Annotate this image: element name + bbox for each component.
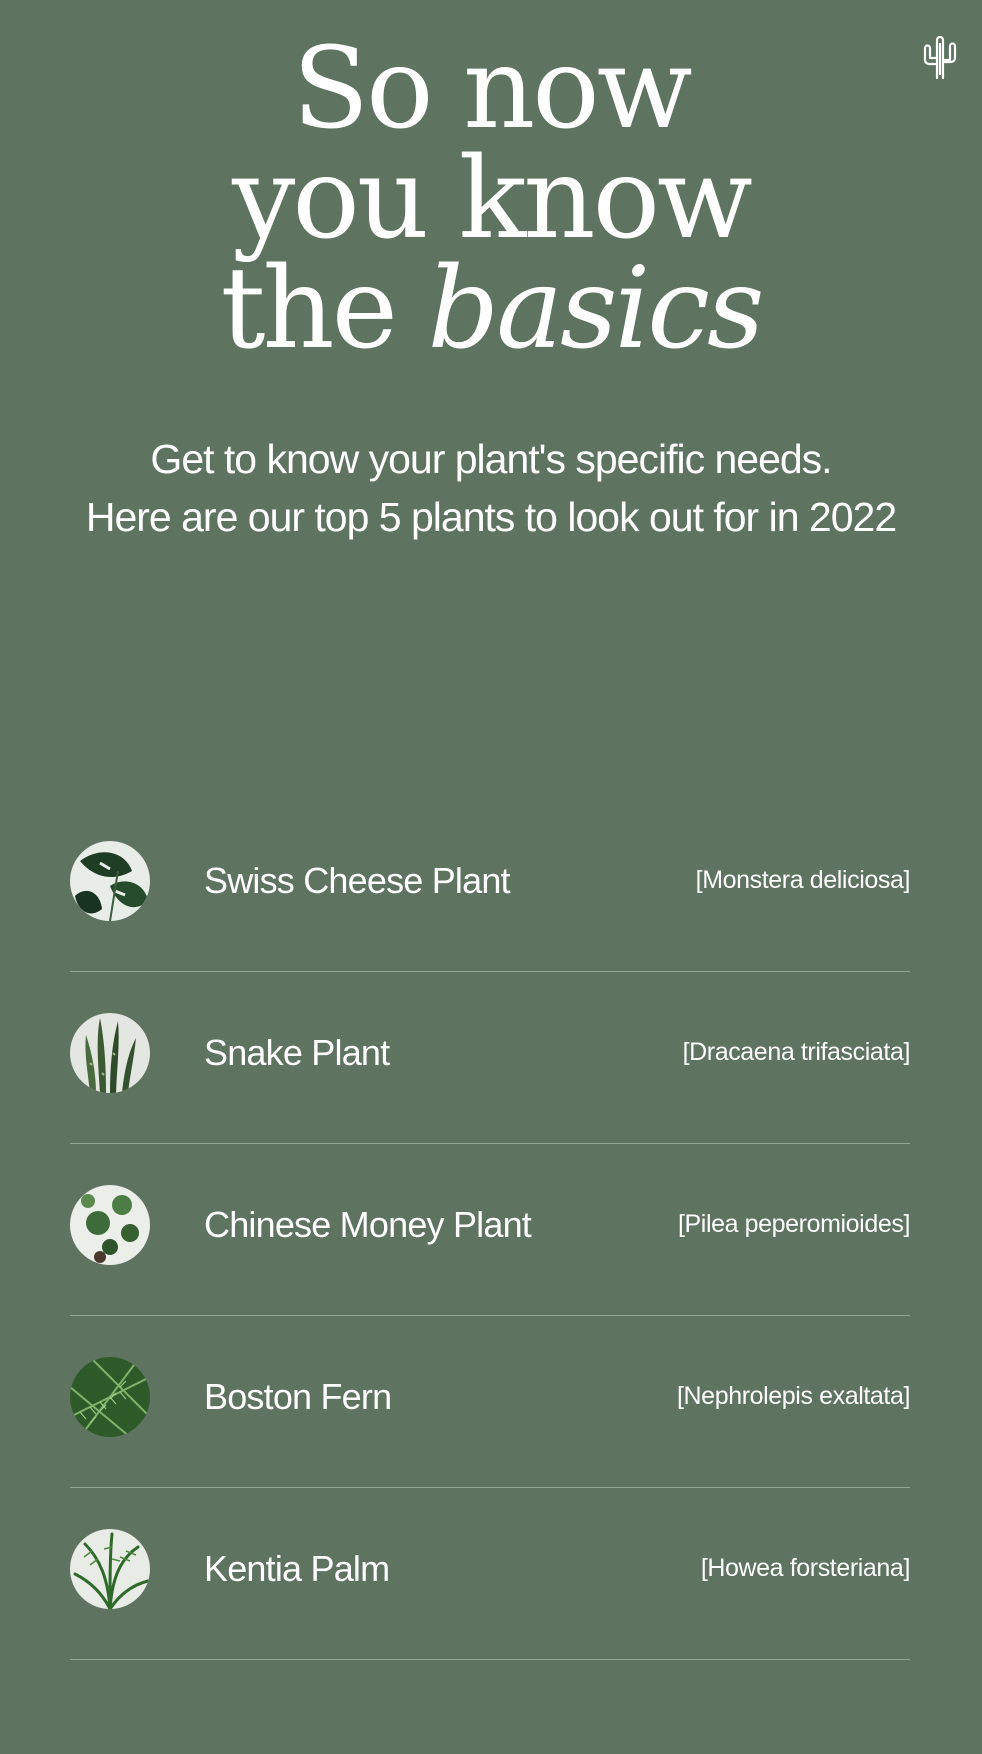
palm-thumbnail	[70, 1528, 150, 1609]
headline-italic-word: basics	[427, 244, 765, 374]
page-headline: So now you know the basics	[0, 24, 982, 365]
fern-thumbnail	[70, 1356, 150, 1437]
plant-latin-name: [Nephrolepis exaltata]	[676, 1382, 910, 1410]
plant-latin-name: [Pilea peperomioides]	[677, 1210, 910, 1238]
snake-plant-thumbnail	[70, 1012, 150, 1093]
plant-row-boston-fern[interactable]: Boston Fern [Nephrolepis exaltata]	[70, 1316, 910, 1488]
plant-latin-name: [Monstera deliciosa]	[695, 866, 911, 894]
plant-row-chinese-money-plant[interactable]: Chinese Money Plant [Pilea peperomioides…	[70, 1144, 910, 1316]
plant-common-name: Snake Plant	[204, 1031, 390, 1073]
plant-common-name: Chinese Money Plant	[204, 1203, 532, 1245]
plant-row-snake-plant[interactable]: Snake Plant [Dracaena trifasciata]	[70, 972, 910, 1144]
headline-line-2: you know	[232, 134, 753, 264]
pilea-thumbnail	[70, 1184, 150, 1265]
headline-line-3: the basics	[0, 253, 982, 365]
intro-line-1: Get to know your plant's specific needs.	[150, 436, 832, 482]
plant-common-name: Boston Fern	[204, 1375, 392, 1417]
plant-row-swiss-cheese-plant[interactable]: Swiss Cheese Plant [Monstera deliciosa]	[70, 800, 910, 972]
plant-latin-name: [Dracaena trifasciata]	[682, 1038, 911, 1066]
plant-latin-name: [Howea forsteriana]	[700, 1554, 911, 1582]
headline-line-1: So now	[292, 24, 692, 154]
plant-common-name: Kentia Palm	[204, 1547, 390, 1589]
monstera-thumbnail	[70, 840, 150, 921]
headline-plain-word: the	[220, 244, 398, 374]
plant-list: Swiss Cheese Plant [Monstera deliciosa] …	[70, 800, 910, 1660]
intro-line-2: Here are our top 5 plants to look out fo…	[85, 494, 897, 540]
intro-text: Get to know your plant's specific needs.…	[0, 430, 982, 546]
plant-common-name: Swiss Cheese Plant	[204, 859, 511, 901]
plant-row-kentia-palm[interactable]: Kentia Palm [Howea forsteriana]	[70, 1488, 910, 1660]
